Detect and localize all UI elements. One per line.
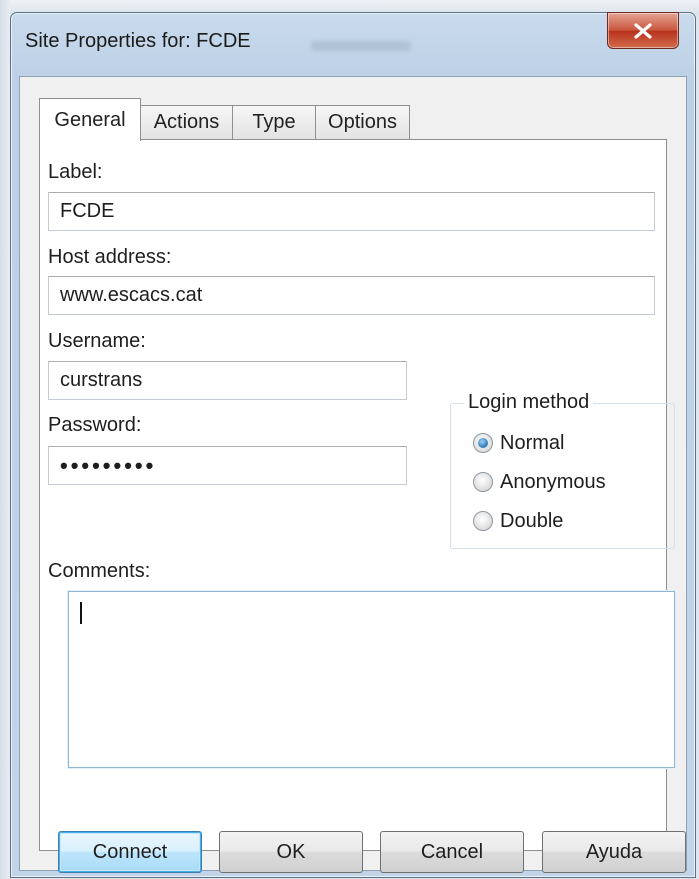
login-method-normal[interactable]: Normal — [473, 430, 564, 456]
general-tab-panel: Label: FCDE Host address: www.escacs.cat… — [39, 139, 675, 851]
tab-type[interactable]: Type — [232, 105, 316, 139]
cancel-button[interactable]: Cancel — [380, 831, 524, 873]
login-method-normal-label: Normal — [500, 431, 565, 454]
login-method-title: Login method — [464, 391, 594, 414]
close-button[interactable] — [607, 12, 679, 49]
login-method-group: Login method Normal Anonymous Double — [450, 391, 675, 549]
title-blur-decoration — [311, 41, 411, 51]
comments-textarea[interactable] — [68, 591, 675, 768]
username-field[interactable]: curstrans — [48, 361, 407, 400]
window-title: Site Properties for: FCDE — [25, 30, 251, 52]
label-field[interactable]: FCDE — [48, 192, 655, 231]
radio-unchecked-icon[interactable] — [473, 472, 493, 492]
tab-general[interactable]: General — [39, 98, 141, 141]
login-method-double-label: Double — [500, 509, 564, 532]
login-method-anonymous-label: Anonymous — [500, 470, 606, 493]
host-address-caption: Host address: — [48, 246, 172, 268]
tab-actions[interactable]: Actions — [140, 105, 233, 139]
login-method-double[interactable]: Double — [473, 508, 563, 534]
host-address-field[interactable]: www.escacs.cat — [48, 276, 655, 315]
site-properties-dialog: Site Properties for: FCDE General Action… — [10, 12, 696, 878]
comments-caption: Comments: — [48, 560, 151, 582]
connect-button[interactable]: Connect — [58, 831, 202, 873]
tab-options[interactable]: Options — [315, 105, 410, 139]
help-button[interactable]: Ayuda — [542, 831, 686, 873]
password-field[interactable]: ••••••••• — [48, 446, 407, 485]
radio-checked-icon[interactable] — [473, 433, 493, 453]
username-caption: Username: — [48, 330, 146, 352]
text-caret — [80, 602, 82, 624]
radio-unchecked-icon[interactable] — [473, 511, 493, 531]
background-edge — [0, 0, 10, 879]
label-caption: Label: — [48, 161, 103, 183]
close-icon — [634, 22, 652, 39]
login-method-anonymous[interactable]: Anonymous — [473, 469, 606, 495]
password-caption: Password: — [48, 414, 142, 436]
ok-button[interactable]: OK — [219, 831, 363, 873]
dialog-content: General Actions Type Options Label: FCDE… — [19, 76, 687, 873]
